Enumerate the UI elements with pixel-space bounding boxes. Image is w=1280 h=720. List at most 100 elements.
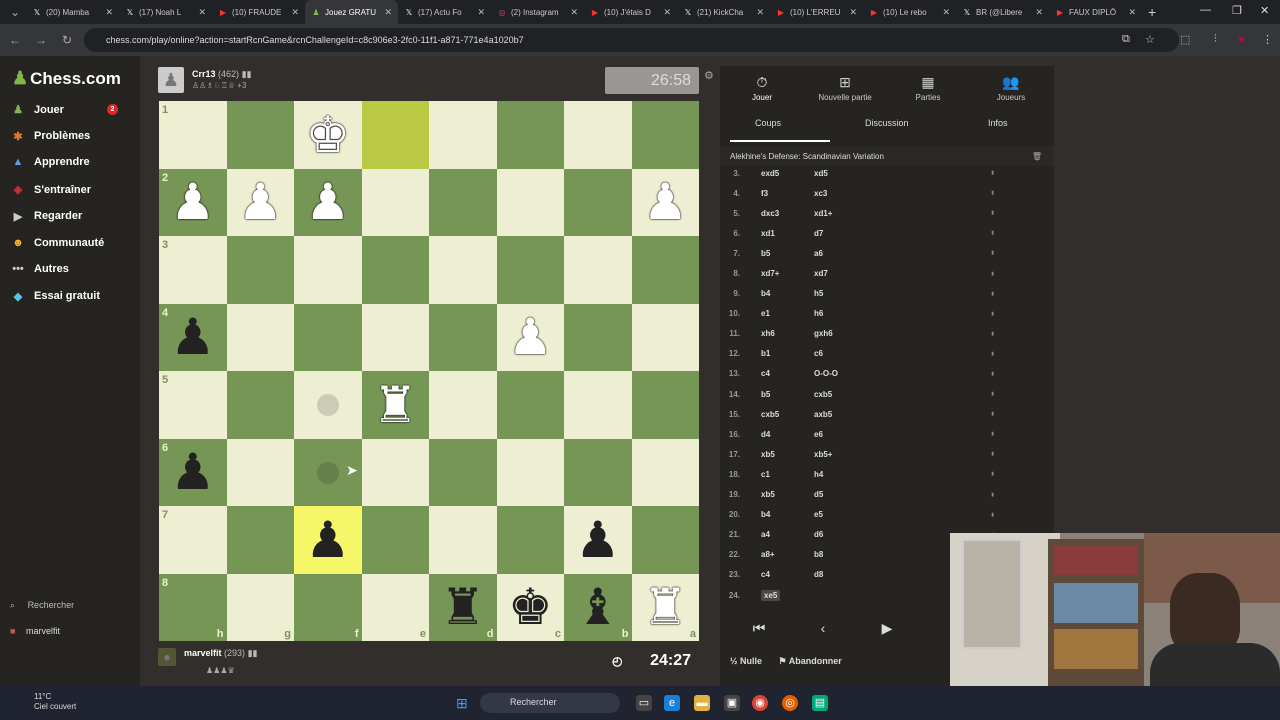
- white-move[interactable]: xe5: [761, 589, 781, 601]
- sidebar-item-sentraner[interactable]: ◈ S'entraîner: [10, 183, 130, 197]
- square-b1[interactable]: [564, 101, 632, 169]
- black-move[interactable]: d5: [814, 490, 964, 499]
- square-d1[interactable]: [429, 101, 497, 169]
- square-d2[interactable]: [429, 168, 497, 236]
- browser-tab[interactable]: ▶ FAUX DIPLÔ ✕: [1049, 0, 1142, 24]
- browser-tab[interactable]: ▶ (10) FRAUDE ✕: [212, 0, 305, 24]
- chess-logo[interactable]: ♟ Chess.com: [12, 68, 121, 89]
- profile-icon[interactable]: ●: [1238, 33, 1245, 45]
- black-move[interactable]: gxh6: [814, 329, 964, 338]
- square-h6[interactable]: 6 ♟: [159, 438, 227, 506]
- black-move[interactable]: c6: [814, 349, 964, 358]
- tab-close-icon[interactable]: ✕: [1128, 7, 1136, 18]
- tab-jouer[interactable]: ⏱ Jouer: [722, 74, 802, 102]
- subtab-infos[interactable]: Infos: [988, 118, 1008, 128]
- black-move[interactable]: d6: [814, 530, 964, 539]
- square-g4[interactable]: [226, 303, 294, 371]
- white-move[interactable]: a8+: [761, 550, 775, 559]
- square-g8[interactable]: g: [226, 573, 294, 641]
- square-e8[interactable]: e: [361, 573, 429, 641]
- browser-tab[interactable]: 𝕏 (17) Noah L ✕: [119, 0, 212, 24]
- move-hint-dot[interactable]: [317, 461, 339, 484]
- square-f7[interactable]: ♟: [294, 506, 362, 574]
- chess-board[interactable]: 1 ♚ 2 ♟ ♟ ♟ ♟ 3 4 ♟ ♟ 5 ♜ 6 ♟ 7 ♟ ♟ 8 h g f e d ♜ c ♚ b ♝ a ♜: [159, 101, 699, 641]
- reload-icon[interactable]: ↻: [56, 33, 78, 47]
- tab-close-icon[interactable]: ✕: [942, 7, 950, 18]
- square-b3[interactable]: [564, 236, 632, 304]
- player-name[interactable]: marvelfit: [184, 648, 222, 658]
- store-icon[interactable]: ▣: [724, 695, 740, 711]
- tab-close-icon[interactable]: ✕: [198, 7, 206, 18]
- browser-tab[interactable]: 𝕏 (17) Actu Fo ✕: [398, 0, 491, 24]
- subtab-coups[interactable]: Coups: [755, 118, 781, 128]
- tab-joueurs[interactable]: 👥 Joueurs: [971, 74, 1051, 102]
- square-b2[interactable]: [564, 168, 632, 236]
- browser-tab[interactable]: ▶ (10) Le rebo ✕: [863, 0, 956, 24]
- square-g7[interactable]: [226, 506, 294, 574]
- white-move[interactable]: xd1: [761, 229, 775, 238]
- task-view-icon[interactable]: ▭: [636, 695, 652, 711]
- white-move[interactable]: xh6: [761, 329, 775, 338]
- black-move[interactable]: e6: [814, 430, 964, 439]
- white-move[interactable]: f3: [761, 189, 768, 198]
- white-move[interactable]: d4: [761, 430, 770, 439]
- tab-close-icon[interactable]: ✕: [477, 7, 485, 18]
- white-move[interactable]: a4: [761, 530, 770, 539]
- square-h2[interactable]: 2 ♟: [159, 168, 227, 237]
- square-a2[interactable]: ♟: [631, 168, 700, 237]
- square-c8[interactable]: c ♚: [496, 573, 564, 641]
- black-move[interactable]: xb5+: [814, 450, 964, 459]
- square-b6[interactable]: [564, 438, 632, 506]
- browser-tab[interactable]: ♟ Jouez GRATU ✕: [305, 0, 398, 24]
- black-pawn-icon[interactable]: ♟: [294, 506, 362, 574]
- white-pawn-icon[interactable]: ♟: [159, 169, 227, 237]
- maximize-icon[interactable]: ❐: [1232, 4, 1242, 17]
- browser-tab[interactable]: ▶ (10) J'étais D ✕: [584, 0, 677, 24]
- black-move[interactable]: d8: [814, 570, 964, 579]
- black-move[interactable]: xc3: [814, 189, 964, 198]
- black-move[interactable]: O-O-O: [814, 369, 964, 378]
- trash-icon[interactable]: 🗑: [1032, 152, 1042, 161]
- square-d3[interactable]: [429, 236, 497, 304]
- white-move[interactable]: exd5: [761, 169, 779, 178]
- square-h5[interactable]: 5: [159, 371, 227, 439]
- black-move[interactable]: cxb5: [814, 390, 964, 399]
- close-window-icon[interactable]: ✕: [1260, 4, 1269, 17]
- tab-close-icon[interactable]: ✕: [756, 7, 764, 18]
- tab-close-icon[interactable]: ✕: [663, 7, 671, 18]
- resign-button[interactable]: ⚑ Abandonner: [779, 656, 842, 666]
- square-a5[interactable]: [631, 371, 699, 439]
- draw-button[interactable]: ½ Nulle: [730, 656, 762, 666]
- windows-start-icon[interactable]: ⊞: [456, 695, 468, 712]
- back-icon[interactable]: ←: [4, 33, 26, 47]
- square-a3[interactable]: [631, 236, 699, 304]
- edge-icon[interactable]: e: [664, 695, 680, 711]
- browser-tab[interactable]: 𝕏 (21) KickCha ✕: [677, 0, 770, 24]
- tab-close-icon[interactable]: ✕: [105, 7, 113, 18]
- square-d7[interactable]: [429, 506, 497, 574]
- square-b4[interactable]: [564, 303, 632, 371]
- white-pawn-icon[interactable]: ♟: [632, 169, 700, 237]
- square-h7[interactable]: 7: [159, 506, 227, 574]
- new-tab-icon[interactable]: +: [1148, 4, 1156, 20]
- tab-close-icon[interactable]: ✕: [291, 7, 299, 18]
- white-move[interactable]: b4: [761, 510, 770, 519]
- black-move[interactable]: xd1+: [814, 209, 964, 218]
- previous-move-icon[interactable]: ‹: [808, 620, 838, 636]
- white-move[interactable]: e1: [761, 309, 770, 318]
- black-move[interactable]: h4: [814, 470, 964, 479]
- subtab-discussion[interactable]: Discussion: [865, 118, 909, 128]
- browser-tab[interactable]: 𝕏 (20) Mamba ✕: [26, 0, 119, 24]
- white-king-icon[interactable]: ♚: [294, 101, 362, 169]
- white-move[interactable]: c4: [761, 570, 770, 579]
- square-b5[interactable]: [564, 371, 632, 439]
- sidebar-item-regarder[interactable]: ▶ Regarder: [10, 210, 130, 223]
- tab-close-icon[interactable]: ✕: [849, 7, 857, 18]
- tab-parties[interactable]: ▦ Parties: [888, 74, 968, 102]
- square-h4[interactable]: 4 ♟: [159, 303, 227, 371]
- browser-tab[interactable]: 𝕏 BR (@Libere ✕: [956, 0, 1049, 24]
- square-c1[interactable]: [496, 101, 564, 169]
- black-pawn-icon[interactable]: ♟: [564, 506, 632, 574]
- file-explorer-icon[interactable]: ▬: [694, 695, 710, 711]
- square-e7[interactable]: [361, 506, 429, 574]
